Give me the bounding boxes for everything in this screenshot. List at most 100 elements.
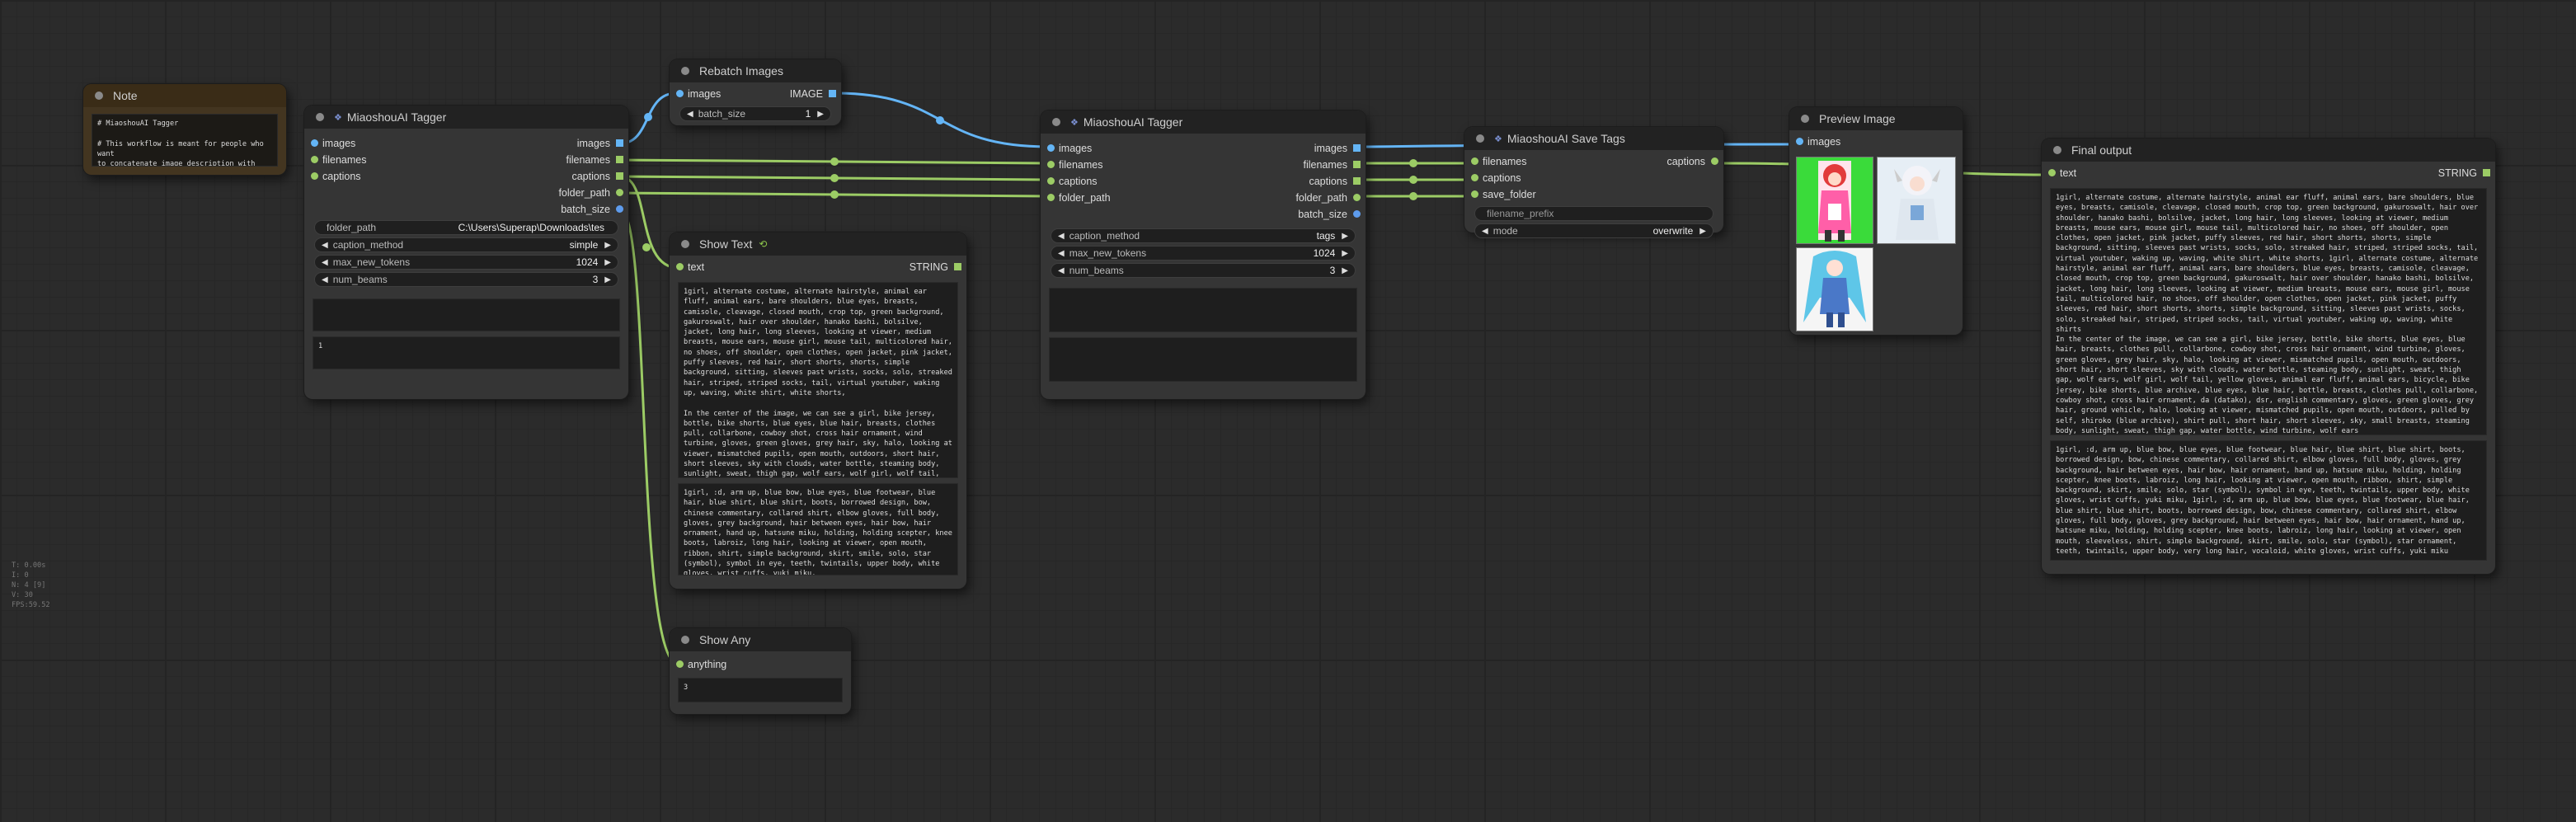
tagger-node-1[interactable]: ❖ MiaoshouAI Tagger images filenames cap… xyxy=(304,106,628,399)
output-batch-size[interactable]: batch_size xyxy=(1203,206,1366,223)
final-output-box-2[interactable]: 1girl, :d, arm up, blue bow, blue eyes, … xyxy=(2050,440,2487,561)
final-output-title-bar[interactable]: Final output xyxy=(2042,139,2495,162)
output-folder-path[interactable]: folder_path xyxy=(1203,190,1366,206)
arrow-left-icon[interactable]: ◀ xyxy=(322,241,328,250)
arrow-right-icon[interactable]: ▶ xyxy=(604,258,611,267)
arrow-right-icon[interactable]: ▶ xyxy=(1342,266,1348,275)
max-new-tokens-stepper[interactable]: ◀ max_new_tokens 1024 ▶ xyxy=(314,255,618,270)
input-captions[interactable]: captions xyxy=(1041,173,1203,190)
arrow-right-icon[interactable]: ▶ xyxy=(604,241,611,250)
input-filenames[interactable]: filenames xyxy=(1464,153,1619,170)
caption-method-select[interactable]: ◀ caption_method tags ▶ xyxy=(1051,228,1356,243)
arrow-right-icon[interactable]: ▶ xyxy=(1342,232,1348,241)
preview-thumbnail-3[interactable] xyxy=(1796,247,1873,331)
arrow-left-icon[interactable]: ◀ xyxy=(322,258,328,267)
save-tags-title-bar[interactable]: ❖ MiaoshouAI Save Tags xyxy=(1464,127,1723,150)
input-images[interactable]: images xyxy=(1041,140,1203,157)
input-filenames[interactable]: filenames xyxy=(304,152,467,168)
show-any-title-bar[interactable]: Show Any xyxy=(670,628,851,651)
note-title-bar[interactable]: Note xyxy=(83,84,286,107)
final-output-node[interactable]: Final output text STRING 1girl, alternat… xyxy=(2042,139,2495,574)
show-text-node[interactable]: Show Text ⟲ text STRING 1girl, alternate… xyxy=(670,233,966,589)
output-string[interactable]: STRING xyxy=(2250,165,2495,181)
collapse-dot-icon[interactable] xyxy=(2053,146,2061,154)
save-tags-node[interactable]: ❖ MiaoshouAI Save Tags filenames caption… xyxy=(1464,127,1723,238)
show-any-node[interactable]: Show Any anything 3 xyxy=(670,628,851,714)
collapse-dot-icon[interactable] xyxy=(681,636,689,644)
input-save-folder[interactable]: save_folder xyxy=(1464,186,1619,203)
input-folder-path[interactable]: folder_path xyxy=(1041,190,1203,206)
output-captions[interactable]: captions xyxy=(467,168,629,185)
arrow-right-icon[interactable]: ▶ xyxy=(1699,227,1706,236)
tagger-node-2[interactable]: ❖ MiaoshouAI Tagger images filenames cap… xyxy=(1041,110,1366,399)
num-beams-stepper[interactable]: ◀ num_beams 3 ▶ xyxy=(1051,263,1356,278)
output-captions[interactable]: captions xyxy=(1619,153,1723,170)
arrow-left-icon[interactable]: ◀ xyxy=(687,110,693,119)
collapse-dot-icon[interactable] xyxy=(681,67,689,75)
anime-girl-red-hair-image xyxy=(1818,161,1851,242)
num-beams-stepper[interactable]: ◀ num_beams 3 ▶ xyxy=(314,272,618,287)
arrow-left-icon[interactable]: ◀ xyxy=(1058,232,1065,241)
output-textbox-2[interactable]: 1 xyxy=(313,336,620,369)
canvas-stats-overlay: T: 0.00s I: 0 N: 4 [9] V: 30 FPS:59.52 xyxy=(12,561,50,610)
anime-girl-blue-hair-image xyxy=(1803,251,1866,327)
arrow-left-icon[interactable]: ◀ xyxy=(1058,249,1065,258)
stat-nodes: N: 4 [9] xyxy=(12,581,46,589)
tagger-1-title-bar[interactable]: ❖ MiaoshouAI Tagger xyxy=(304,106,628,129)
output-filenames[interactable]: filenames xyxy=(467,152,629,168)
input-anything[interactable]: anything xyxy=(670,656,851,673)
caption-method-select[interactable]: ◀ caption_method simple ▶ xyxy=(314,237,618,252)
output-folder-path[interactable]: folder_path xyxy=(467,185,629,201)
folder-path-field[interactable]: folder_path C:\Users\Superap\Downloads\t… xyxy=(314,220,618,235)
collapse-dot-icon[interactable] xyxy=(316,113,324,121)
input-captions[interactable]: captions xyxy=(1464,170,1619,186)
preview-title-bar[interactable]: Preview Image xyxy=(1789,107,1963,130)
show-any-value-box[interactable]: 3 xyxy=(678,678,843,702)
output-image[interactable]: IMAGE xyxy=(737,86,841,102)
collapse-dot-icon[interactable] xyxy=(1801,115,1809,123)
mode-select[interactable]: ◀ mode overwrite ▶ xyxy=(1474,223,1713,238)
output-captions[interactable]: captions xyxy=(1203,173,1366,190)
collapse-dot-icon[interactable] xyxy=(1476,134,1484,143)
preview-image-node[interactable]: Preview Image images xyxy=(1789,107,1963,335)
rebatch-title-bar[interactable]: Rebatch Images xyxy=(670,59,841,82)
note-text[interactable]: # MiaoshouAI Tagger # This workflow is m… xyxy=(92,114,278,167)
note-node[interactable]: Note # MiaoshouAI Tagger # This workflow… xyxy=(83,84,286,175)
arrow-left-icon[interactable]: ◀ xyxy=(322,275,328,284)
show-text-box-2[interactable]: 1girl, :d, arm up, blue bow, blue eyes, … xyxy=(678,483,958,575)
output-string[interactable]: STRING xyxy=(800,259,966,275)
arrow-right-icon[interactable]: ▶ xyxy=(604,275,611,284)
stat-time: T: 0.00s xyxy=(12,561,46,570)
preview-thumbnail-2[interactable] xyxy=(1877,157,1956,244)
output-filenames[interactable]: filenames xyxy=(1203,157,1366,173)
output-images[interactable]: images xyxy=(467,135,629,152)
custom-node-badge-icon: ❖ xyxy=(334,112,342,123)
collapse-dot-icon[interactable] xyxy=(681,240,689,248)
stat-fps: FPS:59.52 xyxy=(12,601,50,609)
batch-size-stepper[interactable]: ◀ batch_size 1 ▶ xyxy=(679,106,831,121)
input-images[interactable]: images xyxy=(304,135,467,152)
arrow-left-icon[interactable]: ◀ xyxy=(1058,266,1065,275)
filename-prefix-field[interactable]: filename_prefix xyxy=(1474,206,1713,221)
final-output-box-1[interactable]: 1girl, alternate costume, alternate hair… xyxy=(2050,188,2487,435)
arrow-left-icon[interactable]: ◀ xyxy=(1482,227,1488,236)
output-textbox-1[interactable] xyxy=(313,298,620,331)
rebatch-images-node[interactable]: Rebatch Images images IMAGE ◀ batch_size… xyxy=(670,59,841,125)
input-images[interactable]: images xyxy=(1789,134,1963,150)
node-title: MiaoshouAI Save Tags xyxy=(1507,132,1625,145)
input-captions[interactable]: captions xyxy=(304,168,467,185)
output-textbox-2[interactable] xyxy=(1049,337,1357,382)
collapse-dot-icon[interactable] xyxy=(1052,118,1060,126)
show-text-title-bar[interactable]: Show Text ⟲ xyxy=(670,233,966,256)
arrow-right-icon[interactable]: ▶ xyxy=(1342,249,1348,258)
tagger-2-title-bar[interactable]: ❖ MiaoshouAI Tagger xyxy=(1041,110,1366,134)
preview-thumbnail-1[interactable] xyxy=(1796,157,1873,244)
output-batch-size[interactable]: batch_size xyxy=(467,201,629,218)
output-textbox-1[interactable] xyxy=(1049,288,1357,332)
arrow-right-icon[interactable]: ▶ xyxy=(817,110,824,119)
show-text-box-1[interactable]: 1girl, alternate costume, alternate hair… xyxy=(678,282,958,478)
input-filenames[interactable]: filenames xyxy=(1041,157,1203,173)
max-new-tokens-stepper[interactable]: ◀ max_new_tokens 1024 ▶ xyxy=(1051,246,1356,261)
output-images[interactable]: images xyxy=(1203,140,1366,157)
collapse-dot-icon[interactable] xyxy=(95,92,103,100)
